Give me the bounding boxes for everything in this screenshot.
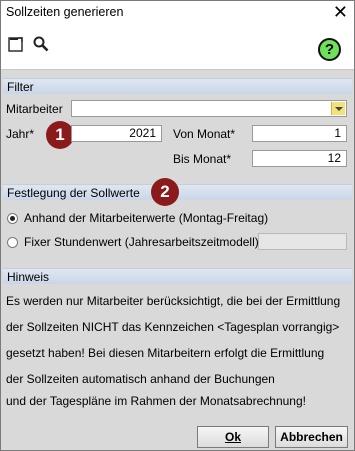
hinweis-section-header: Hinweis xyxy=(3,268,352,284)
stundenwert-input[interactable] xyxy=(258,233,347,250)
step-badge-2: 2 xyxy=(151,178,179,206)
von-monat-label: Von Monat* xyxy=(173,127,236,141)
new-document-icon[interactable] xyxy=(7,35,25,53)
bis-monat-label: Bis Monat* xyxy=(173,152,232,166)
hinweis-line: gesetzt haben! Bei diesen Mitarbeitern e… xyxy=(6,346,325,360)
radio-mitarbeiterwerte[interactable] xyxy=(7,213,18,224)
option-mitarbeiterwerte-label[interactable]: Anhand der Mitarbeiterwerte (Montag-Frei… xyxy=(24,211,268,225)
cancel-button[interactable]: Abbrechen xyxy=(275,426,348,448)
von-monat-input[interactable]: 1 xyxy=(252,125,347,142)
mitarbeiter-label: Mitarbeiter xyxy=(6,102,63,116)
jahr-input[interactable]: 2021 xyxy=(71,125,162,142)
toolbar: ? xyxy=(1,25,354,70)
mitarbeiter-select[interactable] xyxy=(71,100,347,117)
bis-monat-input[interactable]: 12 xyxy=(252,150,347,167)
chevron-down-icon[interactable] xyxy=(331,102,345,115)
filter-section-header: Filter xyxy=(3,78,352,94)
search-icon[interactable] xyxy=(32,35,50,53)
dialog-window: Sollzeiten generieren ✕ ? Filter Mitarbe… xyxy=(0,0,355,451)
jahr-label: Jahr* xyxy=(6,127,35,141)
ok-button[interactable]: Ok xyxy=(197,426,269,448)
help-icon[interactable]: ? xyxy=(318,38,341,61)
hinweis-line: und der Tagespläne im Rahmen der Monatsa… xyxy=(6,394,306,408)
step-badge-1: 1 xyxy=(46,121,74,149)
close-icon[interactable]: ✕ xyxy=(333,2,348,22)
window-title: Sollzeiten generieren xyxy=(6,5,124,19)
ok-label: Ok xyxy=(224,430,241,444)
title-bar: Sollzeiten generieren ✕ xyxy=(1,1,354,25)
cancel-label: Abbrechen xyxy=(280,430,343,444)
help-label: ? xyxy=(324,41,335,58)
radio-fixer-stundenwert[interactable] xyxy=(7,237,18,248)
hinweis-line: der Sollzeiten NICHT das Kennzeichen <Ta… xyxy=(6,320,340,334)
hinweis-line: Es werden nur Mitarbeiter berücksichtigt… xyxy=(6,294,341,308)
option-fixer-stundenwert-label[interactable]: Fixer Stundenwert (Jahresarbeitszeitmode… xyxy=(24,235,263,249)
hinweis-line: der Sollzeiten automatisch anhand der Bu… xyxy=(6,372,275,386)
